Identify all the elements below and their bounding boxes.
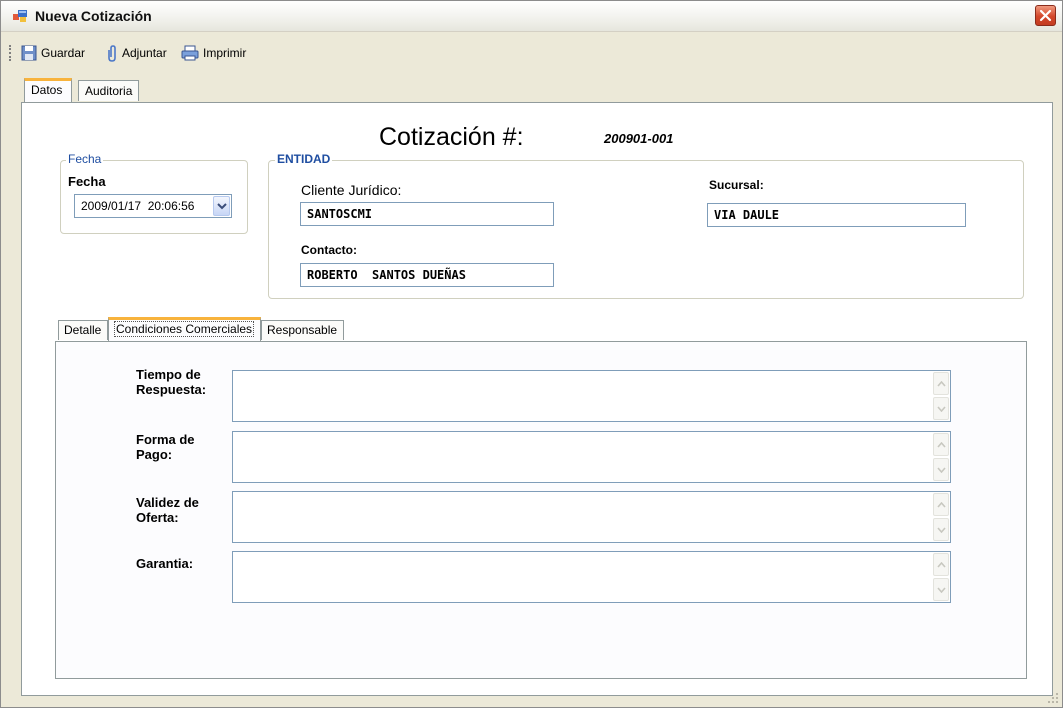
resize-grip-icon[interactable] xyxy=(1047,692,1059,704)
contacto-field[interactable]: ROBERTO SANTOS DUEÑAS xyxy=(300,263,554,287)
validez-oferta-label-line1: Validez de xyxy=(136,495,199,510)
validez-oferta-textarea[interactable] xyxy=(232,491,951,543)
forma-pago-label: Forma de Pago: xyxy=(136,432,195,462)
paperclip-icon xyxy=(108,44,116,62)
chevron-down-icon xyxy=(937,406,946,412)
page-title: Cotización #: xyxy=(379,123,524,151)
tiempo-respuesta-label: Tiempo de Respuesta: xyxy=(136,367,206,397)
save-label: Guardar xyxy=(41,46,86,60)
sucursal-field[interactable]: VIA DAULE xyxy=(707,203,966,227)
cliente-label: Cliente Jurídico: xyxy=(301,182,402,198)
cliente-field[interactable]: SANTOSCMI xyxy=(300,202,554,226)
app-icon xyxy=(13,10,27,22)
tab-detalle[interactable]: Detalle xyxy=(58,320,108,340)
attach-button[interactable]: Adjuntar xyxy=(106,43,167,63)
tiempo-respuesta-textarea[interactable] xyxy=(232,370,951,422)
title-bar[interactable]: Nueva Cotización xyxy=(1,1,1062,32)
validez-oferta-label-line2: Oferta: xyxy=(136,510,179,525)
close-button[interactable] xyxy=(1035,5,1056,26)
chevron-up-icon xyxy=(937,562,946,568)
scroll-down-button[interactable] xyxy=(933,397,949,420)
scroll-up-button[interactable] xyxy=(933,433,949,456)
contacto-label: Contacto: xyxy=(301,243,357,257)
forma-pago-label-line1: Forma de xyxy=(136,432,195,447)
fecha-value: 2009/01/17 20:06:56 xyxy=(81,199,195,213)
chevron-up-icon xyxy=(937,442,946,448)
printer-icon xyxy=(181,45,199,61)
scroll-up-button[interactable] xyxy=(933,493,949,516)
attach-label: Adjuntar xyxy=(122,46,167,60)
fecha-group-legend: Fecha xyxy=(66,152,104,166)
window: Nueva Cotización Guardar Adjuntar Imprim… xyxy=(0,0,1063,708)
scroll-up-button[interactable] xyxy=(933,553,949,576)
print-label: Imprimir xyxy=(203,46,247,60)
toolbar: Guardar Adjuntar Imprimir xyxy=(9,43,1049,67)
print-button[interactable]: Imprimir xyxy=(181,43,246,63)
scroll-down-button[interactable] xyxy=(933,518,949,541)
scroll-up-button[interactable] xyxy=(933,372,949,395)
scroll-down-button[interactable] xyxy=(933,578,949,601)
save-button[interactable]: Guardar xyxy=(21,43,85,63)
fecha-dropdown-button[interactable] xyxy=(213,196,230,216)
quote-number: 200901-001 xyxy=(604,131,674,146)
tab-responsable[interactable]: Responsable xyxy=(261,320,344,340)
chevron-down-icon xyxy=(217,203,227,210)
tab-condiciones-comerciales-label: Condiciones Comerciales xyxy=(114,321,255,337)
close-icon xyxy=(1039,9,1052,22)
toolbar-grip[interactable] xyxy=(9,45,14,61)
tiempo-respuesta-label-line1: Tiempo de xyxy=(136,367,201,382)
chevron-up-icon xyxy=(937,502,946,508)
tiempo-respuesta-label-line2: Respuesta: xyxy=(136,382,207,397)
tab-datos[interactable]: Datos xyxy=(24,78,72,102)
validez-oferta-label: Validez de Oferta: xyxy=(136,495,199,525)
garantia-label-line1: Garantia: xyxy=(136,556,194,571)
scroll-down-button[interactable] xyxy=(933,458,949,481)
tab-auditoria[interactable]: Auditoria xyxy=(78,80,139,101)
forma-pago-textarea[interactable] xyxy=(232,431,951,483)
fecha-label: Fecha xyxy=(68,174,106,189)
chevron-down-icon xyxy=(937,527,946,533)
tiempo-respuesta-scrollbar[interactable] xyxy=(932,371,950,421)
window-title: Nueva Cotización xyxy=(35,8,152,24)
validez-oferta-scrollbar[interactable] xyxy=(932,492,950,542)
fecha-datetime-picker[interactable]: 2009/01/17 20:06:56 xyxy=(74,194,232,218)
garantia-label: Garantia: xyxy=(136,556,193,571)
forma-pago-label-line2: Pago: xyxy=(136,447,173,462)
chevron-down-icon xyxy=(937,587,946,593)
entidad-group-legend: ENTIDAD xyxy=(275,152,333,166)
chevron-down-icon xyxy=(937,467,946,473)
sucursal-label: Sucursal: xyxy=(709,178,764,192)
garantia-textarea[interactable] xyxy=(232,551,951,603)
garantia-scrollbar[interactable] xyxy=(932,552,950,602)
tab-condiciones-comerciales[interactable]: Condiciones Comerciales xyxy=(108,317,261,341)
floppy-disk-icon xyxy=(21,45,37,61)
forma-pago-scrollbar[interactable] xyxy=(932,432,950,482)
chevron-up-icon xyxy=(937,381,946,387)
